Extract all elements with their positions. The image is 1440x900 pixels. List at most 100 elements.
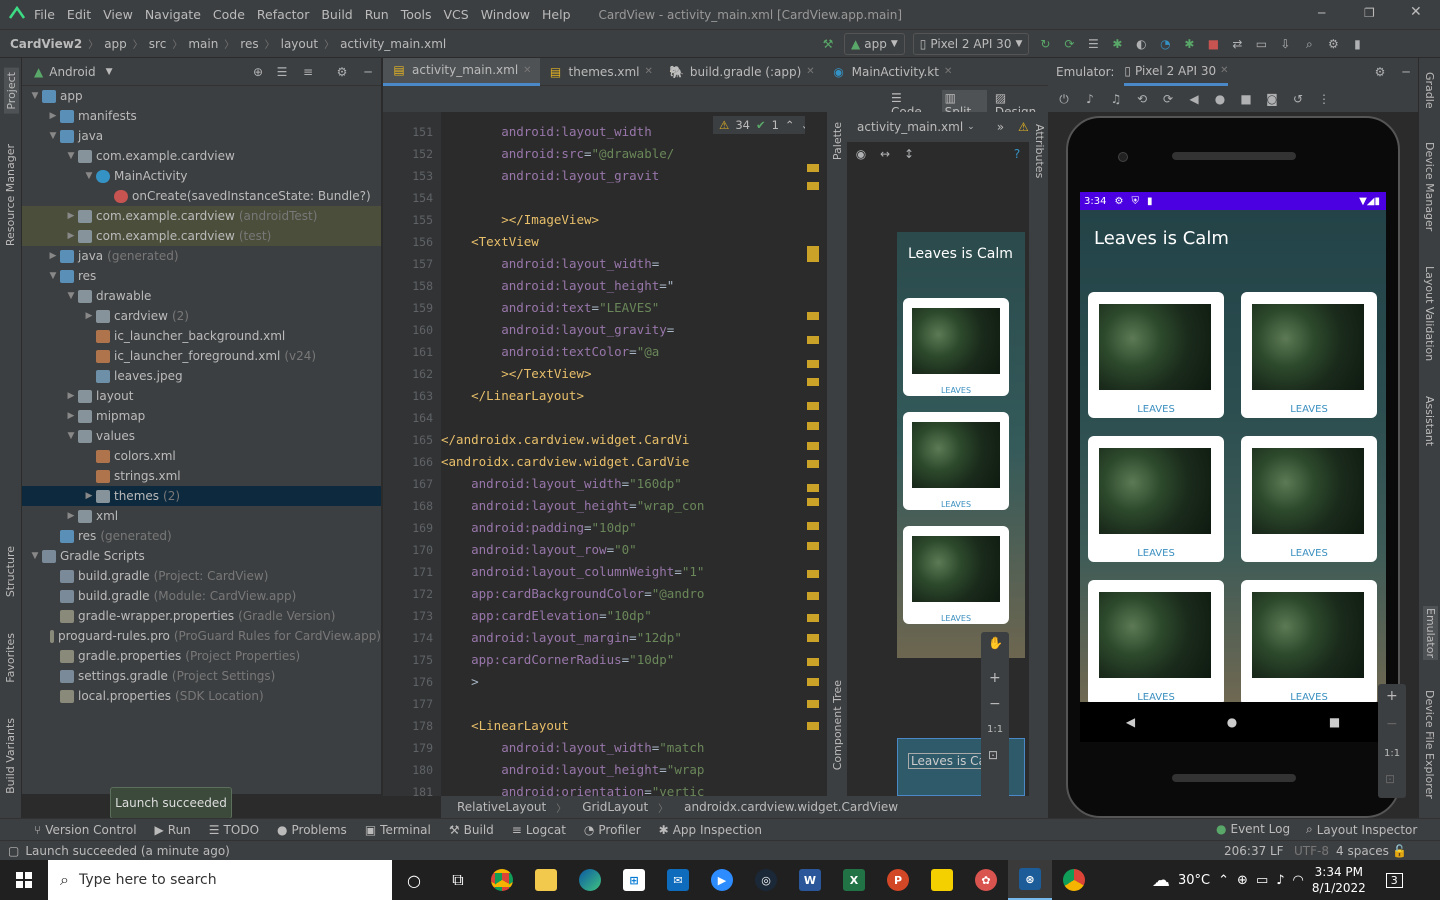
close-tab-icon[interactable]: ✕ <box>523 65 531 76</box>
android-studio-taskbar-icon[interactable]: ⊛ <box>1008 860 1052 900</box>
clock[interactable]: 3:34 PM 8/1/2022 <box>1312 864 1366 896</box>
code-line[interactable]: </LinearLayout> <box>441 385 821 407</box>
warning-marker[interactable] <box>807 182 819 190</box>
expand-arrow-icon[interactable]: ▶ <box>64 511 78 521</box>
tree-item[interactable]: ▶ manifests <box>22 106 381 126</box>
code-line[interactable]: app:cardCornerRadius="10dp" <box>441 649 821 671</box>
menu-code[interactable]: Code <box>213 7 245 22</box>
code-line[interactable]: ></ImageView> <box>441 209 821 231</box>
tree-item[interactable]: proguard-rules.pro (ProGuard Rules for Ca… <box>22 626 381 646</box>
crumb-grid-layout[interactable]: GridLayout <box>582 800 648 814</box>
code-line[interactable]: android:textColor="@a <box>441 341 821 363</box>
component-tree-tab[interactable]: Component Tree <box>831 680 844 770</box>
crumb-relative-layout[interactable]: RelativeLayout <box>457 800 546 814</box>
notifications-icon[interactable]: ▮ <box>1349 36 1365 52</box>
crumb-item[interactable]: src <box>149 37 167 51</box>
code-line[interactable]: android:orientation="vertic <box>441 781 821 796</box>
tree-item[interactable]: ic_launcher_background.xml <box>22 326 381 346</box>
chrome-icon[interactable] <box>480 860 524 900</box>
warning-marker[interactable] <box>807 634 819 642</box>
crumb-item[interactable]: app <box>104 37 127 51</box>
attach-debugger-icon[interactable]: ✱ <box>1181 36 1197 52</box>
crumb-item[interactable]: CardView2 <box>10 37 82 51</box>
code-line[interactable]: android:layout_height=" <box>441 275 821 297</box>
task-view-icon[interactable]: ⧉ <box>436 860 480 900</box>
debug-icon[interactable]: ✱ <box>1109 36 1125 52</box>
mail-icon[interactable]: ✉ <box>656 860 700 900</box>
leaf-card[interactable]: LEAVES <box>1088 580 1224 702</box>
tree-item[interactable]: onCreate(savedInstanceState: Bundle?) <box>22 186 381 206</box>
logcat-tab[interactable]: ≡ Logcat <box>512 823 566 837</box>
preview-card[interactable]: LEAVES <box>903 412 1009 510</box>
overview-icon[interactable]: ■ <box>1238 91 1254 107</box>
expand-arrow-icon[interactable]: ▼ <box>28 91 42 101</box>
volume-up-icon[interactable]: ♪ <box>1082 91 1098 107</box>
tree-item[interactable]: ▶ java (generated) <box>22 246 381 266</box>
chevron-down-icon[interactable]: ⌄ <box>967 122 975 132</box>
preview-card[interactable]: LEAVES <box>903 298 1009 396</box>
emulator-device-tab[interactable]: ▯ Pixel 2 API 30 ✕ <box>1124 58 1229 86</box>
store-icon[interactable]: ⊞ <box>612 860 656 900</box>
gradle-tab[interactable]: Gradle <box>1423 72 1436 109</box>
close-tab-icon[interactable]: ✕ <box>944 66 952 77</box>
code-line[interactable]: > <box>441 671 821 693</box>
back-icon[interactable]: ◀ <box>1186 91 1202 107</box>
tree-item[interactable]: colors.xml <box>22 446 381 466</box>
tree-item[interactable]: ▶ cardview (2) <box>22 306 381 326</box>
code-line[interactable]: android:padding="10dp" <box>441 517 821 539</box>
favorites-tab[interactable]: Favorites <box>4 633 17 683</box>
display-icon[interactable]: ▭ <box>1256 873 1268 888</box>
collapse-all-icon[interactable]: ≡ <box>300 64 316 80</box>
profile-icon[interactable]: ◔ <box>1157 36 1173 52</box>
warning-marker[interactable] <box>807 484 819 492</box>
warning-marker[interactable] <box>807 542 819 550</box>
tree-item[interactable]: ic_launcher_foreground.xml (v24) <box>22 346 381 366</box>
expand-arrow-icon[interactable]: ▶ <box>64 391 78 401</box>
maximize-icon[interactable]: ❐ <box>1364 6 1375 20</box>
expand-arrow-icon[interactable]: ▶ <box>46 251 60 261</box>
rotate-left-icon[interactable]: ⟲ <box>1134 91 1150 107</box>
code-line[interactable]: <TextView <box>441 231 821 253</box>
tree-item[interactable]: ▼ res <box>22 266 381 286</box>
windows-start-icon[interactable] <box>0 860 48 900</box>
menu-edit[interactable]: Edit <box>67 7 91 22</box>
volume-down-icon[interactable]: ♫ <box>1108 91 1124 107</box>
project-view-select[interactable]: Android <box>49 65 95 79</box>
tree-item[interactable]: build.gradle (Project: CardView) <box>22 566 381 586</box>
inspection-widget[interactable]: ⚠34 ✔1 ⌃⌄ <box>713 116 817 134</box>
code-line[interactable]: android:layout_columnWeight="1" <box>441 561 821 583</box>
code-line[interactable] <box>441 187 821 209</box>
sticky-notes-icon[interactable] <box>920 860 964 900</box>
emulator-tab[interactable]: Emulator <box>1423 606 1438 660</box>
tree-item[interactable]: gradle-wrapper.properties (Gradle Version… <box>22 606 381 626</box>
fit-screen-icon[interactable]: ⊡ <box>1385 772 1395 786</box>
caret-position[interactable]: 206:37 <box>1224 844 1266 858</box>
code-line[interactable]: android:layout_row="0" <box>441 539 821 561</box>
tree-item[interactable]: res (generated) <box>22 526 381 546</box>
fit-screen-icon[interactable]: ⊡ <box>988 748 998 762</box>
warning-marker[interactable] <box>807 700 819 708</box>
project-tool-tab[interactable]: Project <box>4 68 19 114</box>
gear-icon[interactable]: ⚙ <box>1372 64 1388 80</box>
leaf-card[interactable]: LEAVES <box>1088 292 1224 418</box>
leaf-card[interactable]: LEAVES <box>1241 580 1377 702</box>
weather-temp[interactable]: 30°C <box>1178 873 1210 888</box>
back-icon[interactable]: ◀ <box>1126 715 1135 729</box>
sdk-manager-icon[interactable]: ⇩ <box>1277 36 1293 52</box>
code-line[interactable] <box>441 407 821 429</box>
expand-all-icon[interactable]: ☰ <box>274 64 290 80</box>
profiler-tab[interactable]: ◔ Profiler <box>584 823 641 837</box>
warning-marker[interactable] <box>807 312 819 320</box>
hammer-icon[interactable]: ⚒ <box>820 36 836 52</box>
hide-icon[interactable]: ─ <box>360 64 376 80</box>
layout-validation-tab[interactable]: Layout Validation <box>1423 266 1436 361</box>
warning-marker[interactable] <box>807 722 819 730</box>
tree-item[interactable]: ▼ values <box>22 426 381 446</box>
pan-icon[interactable]: ✋ <box>988 636 1003 650</box>
crumb-cardview[interactable]: androidx.cardview.widget.CardView <box>684 800 898 814</box>
tree-item[interactable]: strings.xml <box>22 466 381 486</box>
resource-manager-tab[interactable]: Resource Manager <box>4 144 17 246</box>
expand-arrow-icon[interactable]: ▼ <box>46 271 60 281</box>
excel-icon[interactable]: X <box>832 860 876 900</box>
edge-icon[interactable] <box>568 860 612 900</box>
